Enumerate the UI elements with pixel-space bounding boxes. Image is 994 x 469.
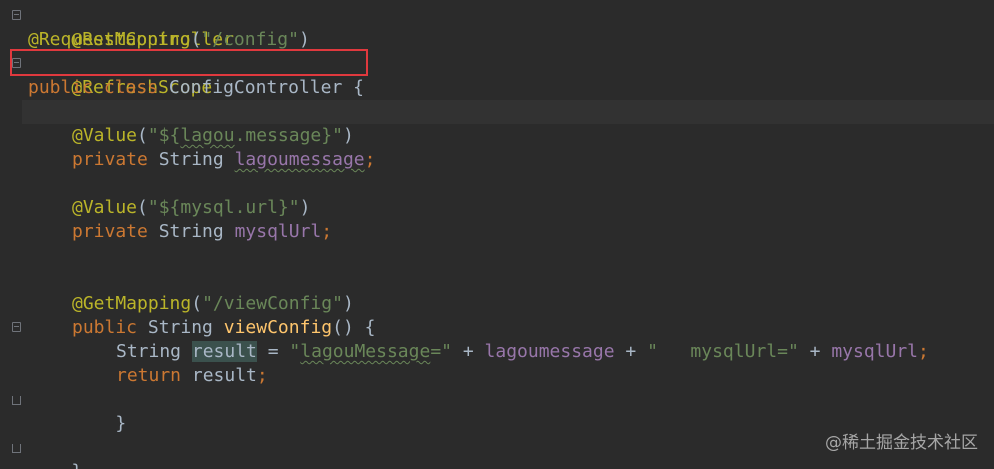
brace: {: [353, 77, 364, 98]
plus-operator: +: [614, 341, 648, 362]
code-editor[interactable]: @RestController @RequestMapping("/config…: [0, 0, 994, 469]
paren: ): [342, 125, 354, 146]
code-line-4[interactable]: public class ConfigController {: [28, 76, 364, 100]
class-keyword: class: [103, 77, 159, 98]
typo-underlined-word: lagouMessage: [300, 341, 431, 362]
value-annotation: @Value: [72, 125, 138, 146]
code-line-15[interactable]: String result = "lagouMessage=" + lagoum…: [116, 340, 929, 364]
view-config-path-string: "/viewConfig": [202, 293, 343, 314]
field-lagoumessage: lagoumessage: [234, 149, 365, 170]
string-part: .message}": [234, 125, 343, 146]
code-line-14[interactable]: public String viewConfig() {: [72, 316, 375, 340]
plus-operator: +: [798, 341, 832, 362]
type-string: String: [158, 149, 224, 170]
string-part: ": [289, 341, 301, 362]
string-part: =": [430, 341, 452, 362]
field-mysqlurl: mysqlUrl: [234, 221, 322, 242]
code-line-17[interactable]: }: [72, 388, 126, 434]
public-keyword: public: [72, 317, 138, 338]
semicolon: ;: [918, 341, 929, 362]
paren: (: [191, 293, 203, 314]
type-string: String: [147, 317, 213, 338]
current-line-highlight: [22, 100, 994, 124]
method-viewconfig: viewConfig: [223, 317, 333, 338]
mysql-url-label-string: " mysqlUrl=": [647, 341, 799, 362]
code-line-9[interactable]: @Value("${mysql.url}"): [72, 196, 310, 220]
variable-result: result: [191, 341, 257, 362]
mapping-path-string: "/config": [201, 29, 299, 50]
code-line-13[interactable]: @GetMapping("/viewConfig"): [72, 292, 354, 316]
return-keyword: return: [116, 365, 182, 386]
semicolon: ;: [321, 221, 333, 242]
code-line-10[interactable]: private String mysqlUrl;: [72, 220, 332, 244]
type-string: String: [158, 221, 224, 242]
plus-operator: +: [452, 341, 485, 362]
fold-end-icon[interactable]: [12, 396, 21, 405]
brace: }: [115, 413, 127, 434]
variable-result: result: [191, 365, 257, 386]
code-line-19[interactable]: }: [28, 436, 82, 469]
semicolon: ;: [256, 365, 268, 386]
public-keyword: public: [28, 77, 94, 98]
fold-collapse-icon[interactable]: [12, 322, 21, 332]
brace: }: [71, 461, 82, 469]
paren: (: [190, 29, 202, 50]
value-annotation: @Value: [72, 197, 138, 218]
code-line-1[interactable]: @RestController: [28, 4, 234, 50]
paren: (: [137, 125, 148, 146]
typo-underlined-word: lagou: [180, 125, 235, 146]
semicolon: ;: [364, 149, 376, 170]
paren: (: [137, 197, 148, 218]
method-parens: () {: [332, 317, 376, 338]
paren: ): [342, 293, 354, 314]
code-line-7[interactable]: private String lagoumessage;: [72, 148, 375, 172]
fold-collapse-icon[interactable]: [12, 10, 21, 20]
private-keyword: private: [72, 149, 148, 170]
private-keyword: private: [72, 221, 148, 242]
code-line-6[interactable]: @Value("${lagou.message}"): [72, 124, 354, 148]
paren: ): [298, 29, 310, 50]
watermark-text: @稀土掘金技术社区: [825, 433, 978, 453]
fold-end-icon[interactable]: [12, 444, 21, 453]
mysql-url-string: "${mysql.url}": [147, 197, 300, 218]
code-line-16[interactable]: return result;: [116, 364, 268, 388]
equals: =: [256, 341, 290, 362]
string-part: "${: [147, 125, 181, 146]
request-mapping-annotation: @RequestMapping: [28, 29, 191, 50]
field-mysqlurl: mysqlUrl: [831, 341, 919, 362]
field-lagoumessage: lagoumessage: [484, 341, 615, 362]
paren: ): [299, 197, 311, 218]
refresh-scope-highlight-box: [10, 49, 368, 76]
type-string: String: [116, 341, 182, 362]
class-name: ConfigController: [168, 77, 343, 98]
get-mapping-annotation: @GetMapping: [72, 293, 192, 314]
